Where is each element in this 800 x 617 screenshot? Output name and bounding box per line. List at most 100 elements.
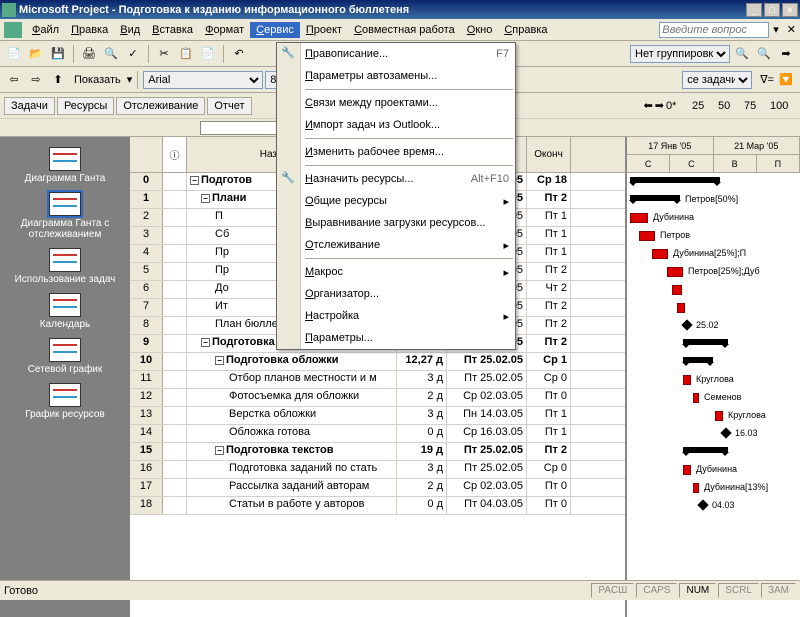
autofilter-button[interactable]: 🔽 <box>776 70 796 90</box>
sideitem[interactable]: Диаграмма Ганта <box>10 147 120 184</box>
gantt-bar[interactable] <box>630 195 680 201</box>
menuitem[interactable]: 🔧Назначить ресурсы...Alt+F10 <box>277 168 515 190</box>
menuitem[interactable]: Макрос▸ <box>277 261 515 283</box>
save-button[interactable]: 💾 <box>48 44 68 64</box>
gantt-bar[interactable] <box>697 499 708 510</box>
gantt-bar[interactable] <box>630 177 720 183</box>
indent-button[interactable]: ➡ <box>655 99 664 112</box>
menu-совместная работа[interactable]: Совместная работа <box>348 22 461 38</box>
gantt-chart[interactable]: 17 Янв '0521 Мар '05 ССВП Петров[50%]Дуб… <box>625 137 800 617</box>
menuitem[interactable]: Параметры... <box>277 327 515 349</box>
fwd-button[interactable]: ⇨ <box>26 70 46 90</box>
gantt-bar[interactable] <box>652 249 668 259</box>
new-button[interactable]: 📄 <box>4 44 24 64</box>
expand-icon[interactable]: − <box>215 356 224 365</box>
open-button[interactable]: 📂 <box>26 44 46 64</box>
menu-правка[interactable]: Правка <box>65 22 114 38</box>
font-select[interactable]: Arial <box>143 71 263 89</box>
paste-button[interactable]: 📄 <box>198 44 218 64</box>
table-row[interactable]: 10−Подготовка обложки12,27 дПт 25.02.05С… <box>130 353 625 371</box>
expand-icon[interactable]: − <box>201 338 210 347</box>
menuitem[interactable]: Настройка▸ <box>277 305 515 327</box>
goto-button[interactable]: ➡ <box>776 44 796 64</box>
gantt-bar[interactable] <box>667 267 683 277</box>
menu-справка[interactable]: Справка <box>498 22 553 38</box>
gantt-bar[interactable] <box>683 339 728 345</box>
viewbtn-Задачи[interactable]: Задачи <box>4 97 55 115</box>
menuitem[interactable]: Отслеживание▸ <box>277 234 515 256</box>
gantt-bar[interactable] <box>683 357 713 363</box>
menuitem[interactable]: Импорт задач из Outlook... <box>277 114 515 136</box>
show-button[interactable]: Показать <box>70 74 125 86</box>
filter-select[interactable]: се задачи <box>682 71 752 89</box>
table-row[interactable]: 14Обложка готова0 дСр 16.03.05Пт 1 <box>130 425 625 443</box>
menu-формат[interactable]: Формат <box>199 22 250 38</box>
minimize-button[interactable]: _ <box>746 3 762 17</box>
menuitem[interactable]: Параметры автозамены... <box>277 65 515 87</box>
gantt-bar[interactable] <box>683 465 691 475</box>
back-button[interactable]: ⇦ <box>4 70 24 90</box>
expand-icon[interactable]: − <box>215 446 224 455</box>
menuitem[interactable]: Выравнивание загрузки ресурсов... <box>277 212 515 234</box>
menuitem[interactable]: Общие ресурсы▸ <box>277 190 515 212</box>
zoomout-button[interactable]: 🔍 <box>754 44 774 64</box>
menuitem[interactable]: 🔧Правописание...F7 <box>277 43 515 65</box>
menuitem[interactable]: Связи между проектами... <box>277 92 515 114</box>
viewbtn-Отчет[interactable]: Отчет <box>207 97 251 115</box>
table-row[interactable]: 15−Подготовка текстов19 дПт 25.02.05Пт 2 <box>130 443 625 461</box>
table-row[interactable]: 16Подготовка заданий по стать3 дПт 25.02… <box>130 461 625 479</box>
close-button[interactable]: ✕ <box>782 3 798 17</box>
print-button[interactable]: 🖨 <box>79 44 99 64</box>
gantt-bar[interactable] <box>677 303 685 313</box>
gantt-bar[interactable] <box>715 411 723 421</box>
expand-icon[interactable]: − <box>201 194 210 203</box>
zoomin-button[interactable]: 🔍 <box>732 44 752 64</box>
viewbtn-Ресурсы[interactable]: Ресурсы <box>57 97 114 115</box>
menu-вид[interactable]: Вид <box>114 22 146 38</box>
sideitem[interactable]: График ресурсов <box>10 383 120 420</box>
gantt-bar[interactable] <box>630 213 648 223</box>
gantt-bar[interactable] <box>672 285 682 295</box>
copy-button[interactable]: 📋 <box>176 44 196 64</box>
outdent-button[interactable]: ⬅ <box>644 99 653 112</box>
spell-button[interactable]: ✓ <box>123 44 143 64</box>
gantt-bar[interactable] <box>683 375 691 385</box>
expand-icon[interactable]: − <box>190 176 199 185</box>
group-select[interactable]: Нет группировки <box>630 45 730 63</box>
table-row[interactable]: 17Рассылка заданий авторам2 дСр 02.03.05… <box>130 479 625 497</box>
gantt-bar[interactable] <box>639 231 655 241</box>
viewbtn-Отслеживание[interactable]: Отслеживание <box>116 97 205 115</box>
cut-button[interactable]: ✂ <box>154 44 174 64</box>
up-button[interactable]: ⬆ <box>48 70 68 90</box>
help-input[interactable] <box>659 22 769 38</box>
col-end[interactable]: Оконч <box>527 137 571 172</box>
table-row[interactable]: 13Верстка обложки3 дПн 14.03.05Пт 1 <box>130 407 625 425</box>
table-row[interactable]: 11Отбор планов местности и м3 дПт 25.02.… <box>130 371 625 389</box>
sideitem[interactable]: Диаграмма Ганта с отслеживанием <box>10 192 120 240</box>
gantt-bar[interactable] <box>693 483 699 493</box>
preview-button[interactable]: 🔍 <box>101 44 121 64</box>
menuitem[interactable]: Организатор... <box>277 283 515 305</box>
menuitem[interactable]: Изменить рабочее время... <box>277 141 515 163</box>
sideitem[interactable]: Использование задач <box>10 248 120 285</box>
col-info[interactable]: ⓘ <box>163 137 187 172</box>
menu-окно[interactable]: Окно <box>461 22 499 38</box>
sideitem[interactable]: Сетевой график <box>10 338 120 375</box>
percent25-button[interactable]: 25 <box>692 100 716 112</box>
mdi-close-icon[interactable]: ✕ <box>787 23 796 36</box>
help-search[interactable] <box>659 22 769 38</box>
undo-button[interactable]: ↶ <box>229 44 249 64</box>
percent0-button[interactable]: 0* <box>666 100 690 112</box>
menu-вставка[interactable]: Вставка <box>146 22 199 38</box>
gantt-bar[interactable] <box>683 447 728 453</box>
menu-сервис[interactable]: Сервис <box>250 22 300 38</box>
sideitem[interactable]: Календарь <box>10 293 120 330</box>
menu-файл[interactable]: Файл <box>26 22 65 38</box>
table-row[interactable]: 12Фотосъемка для обложки2 дСр 02.03.05Пт… <box>130 389 625 407</box>
percent50-button[interactable]: 50 <box>718 100 742 112</box>
maximize-button[interactable]: □ <box>764 3 780 17</box>
gantt-bar[interactable] <box>681 319 692 330</box>
percent75-button[interactable]: 75 <box>744 100 768 112</box>
gantt-bar[interactable] <box>693 393 699 403</box>
menu-проект[interactable]: Проект <box>300 22 348 38</box>
